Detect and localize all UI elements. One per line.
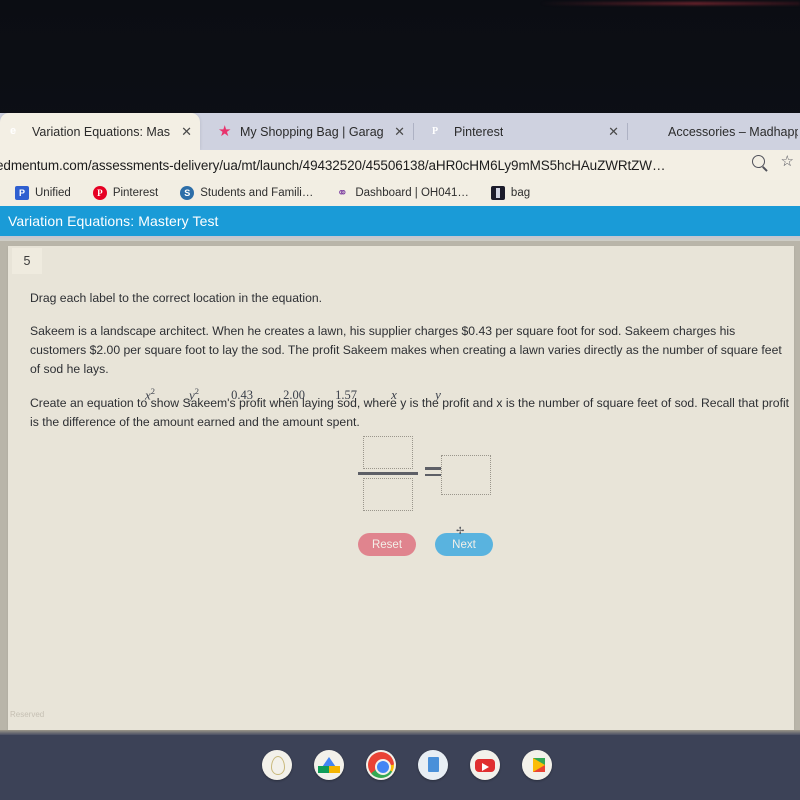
omnibox-row[interactable]: edmentum.com/assessments-delivery/ua/mt/… bbox=[0, 150, 800, 180]
google-drive-icon[interactable] bbox=[314, 750, 344, 780]
unified-icon bbox=[15, 186, 29, 200]
drag-label-2-00[interactable]: 2.00 bbox=[268, 388, 320, 403]
chrome-icon[interactable] bbox=[366, 750, 396, 780]
browser-tab-1[interactable]: ★ My Shopping Bag | Garage ✕ bbox=[208, 113, 414, 150]
address-bar-url[interactable]: edmentum.com/assessments-delivery/ua/mt/… bbox=[0, 158, 665, 173]
footer-note: Reserved bbox=[10, 710, 45, 719]
dropzone-denominator[interactable] bbox=[363, 477, 413, 511]
drag-label-y-squared[interactable]: y2 bbox=[172, 386, 216, 403]
tab-title: Pinterest bbox=[454, 124, 504, 139]
tab-title: Accessories – Madhappy bbox=[668, 124, 798, 139]
browser-tab-0[interactable]: Variation Equations: Mast ✕ bbox=[0, 113, 200, 150]
shelf-edge bbox=[0, 730, 800, 735]
question-card: 5 Drag each label to the correct locatio… bbox=[8, 246, 794, 730]
tab-title: My Shopping Bag | Garage bbox=[240, 124, 384, 139]
chromeos-shelf bbox=[0, 730, 800, 800]
google-play-icon[interactable] bbox=[522, 750, 552, 780]
browser-tab-3[interactable]: Accessories – Madhappy bbox=[636, 113, 800, 150]
tab-divider bbox=[413, 123, 414, 140]
bookmark-unified[interactable]: Unified bbox=[4, 186, 82, 200]
tab-strip: Variation Equations: Mast ✕ ★ My Shoppin… bbox=[0, 113, 800, 150]
bookmark-bag[interactable]: bag bbox=[480, 186, 541, 200]
bookmark-students-and-families[interactable]: Students and Famili… bbox=[169, 186, 324, 200]
tab-title: Variation Equations: Mast bbox=[32, 124, 171, 139]
page-title: Variation Equations: Mastery Test bbox=[8, 213, 219, 229]
dropzone-numerator[interactable] bbox=[363, 436, 413, 469]
reset-button[interactable]: Reset bbox=[358, 533, 416, 556]
cap-icon bbox=[646, 124, 661, 139]
screen-glint bbox=[540, 2, 800, 5]
photographed-screen: Variation Equations: Mast ✕ ★ My Shoppin… bbox=[0, 0, 800, 800]
assessment-page: Variation Equations: Mastery Test 5 Drag… bbox=[0, 206, 800, 730]
omnibox-actions: ☆ bbox=[751, 154, 794, 169]
question-body: Drag each label to the correct location … bbox=[30, 291, 790, 447]
drag-label-y[interactable]: y bbox=[416, 387, 460, 403]
bookmark-label: Dashboard | OH041… bbox=[355, 187, 469, 199]
fraction bbox=[358, 436, 418, 511]
drag-label-x[interactable]: x bbox=[372, 387, 416, 403]
bookmarks-bar: Unified Pinterest Students and Famili… ⚭… bbox=[0, 180, 800, 206]
bookmark-label: bag bbox=[510, 187, 531, 199]
tab-close-icon[interactable]: ✕ bbox=[181, 125, 192, 138]
next-button[interactable]: Next bbox=[435, 533, 493, 556]
drag-label-x-squared[interactable]: x2 bbox=[128, 386, 172, 403]
edmentum-e-icon bbox=[10, 124, 25, 139]
browser-window: Variation Equations: Mast ✕ ★ My Shoppin… bbox=[0, 113, 800, 730]
drag-label-0-43[interactable]: 0.43 bbox=[216, 388, 268, 403]
action-buttons: Reset Next bbox=[358, 533, 493, 556]
question-paragraph-1: Sakeem is a landscape architect. When he… bbox=[30, 324, 782, 376]
bag-icon bbox=[490, 186, 505, 200]
bookmark-label: Unified bbox=[35, 187, 71, 199]
question-number-badge: 5 bbox=[12, 248, 42, 274]
question-instruction: Drag each label to the correct location … bbox=[30, 291, 323, 305]
tab-divider bbox=[627, 123, 628, 140]
pinterest-icon bbox=[92, 186, 107, 200]
bookmark-label: Pinterest bbox=[112, 187, 159, 199]
pinterest-icon bbox=[432, 124, 447, 139]
header-shadow bbox=[0, 236, 800, 241]
mouse-cursor-icon: ✢ bbox=[456, 526, 465, 537]
bookmark-label: Students and Famili… bbox=[200, 187, 314, 199]
google-docs-icon[interactable] bbox=[418, 750, 448, 780]
youtube-icon[interactable] bbox=[470, 750, 500, 780]
launcher-icon[interactable] bbox=[262, 750, 292, 780]
shelf-icons bbox=[262, 750, 552, 780]
tab-close-icon[interactable]: ✕ bbox=[608, 125, 619, 138]
assessment-header: Variation Equations: Mastery Test bbox=[0, 206, 800, 236]
bookmark-pinterest[interactable]: Pinterest bbox=[82, 186, 169, 200]
bookmark-dashboard[interactable]: ⚭ Dashboard | OH041… bbox=[324, 186, 480, 200]
browser-tab-2[interactable]: Pinterest ✕ bbox=[422, 113, 628, 150]
search-icon[interactable] bbox=[751, 155, 765, 168]
bulb-icon: ⚭ bbox=[336, 185, 348, 200]
dropzone-right-side[interactable] bbox=[441, 455, 491, 495]
star-icon: ★ bbox=[218, 123, 232, 140]
equation-builder bbox=[353, 436, 593, 516]
tab-close-icon[interactable]: ✕ bbox=[394, 125, 405, 138]
draggable-label-bank: x2 y2 0.43 2.00 1.57 x y bbox=[128, 386, 488, 403]
drag-label-1-57[interactable]: 1.57 bbox=[320, 388, 372, 403]
globe-icon bbox=[180, 186, 195, 200]
bookmark-star-icon[interactable]: ☆ bbox=[781, 154, 794, 169]
fraction-bar bbox=[358, 472, 418, 475]
